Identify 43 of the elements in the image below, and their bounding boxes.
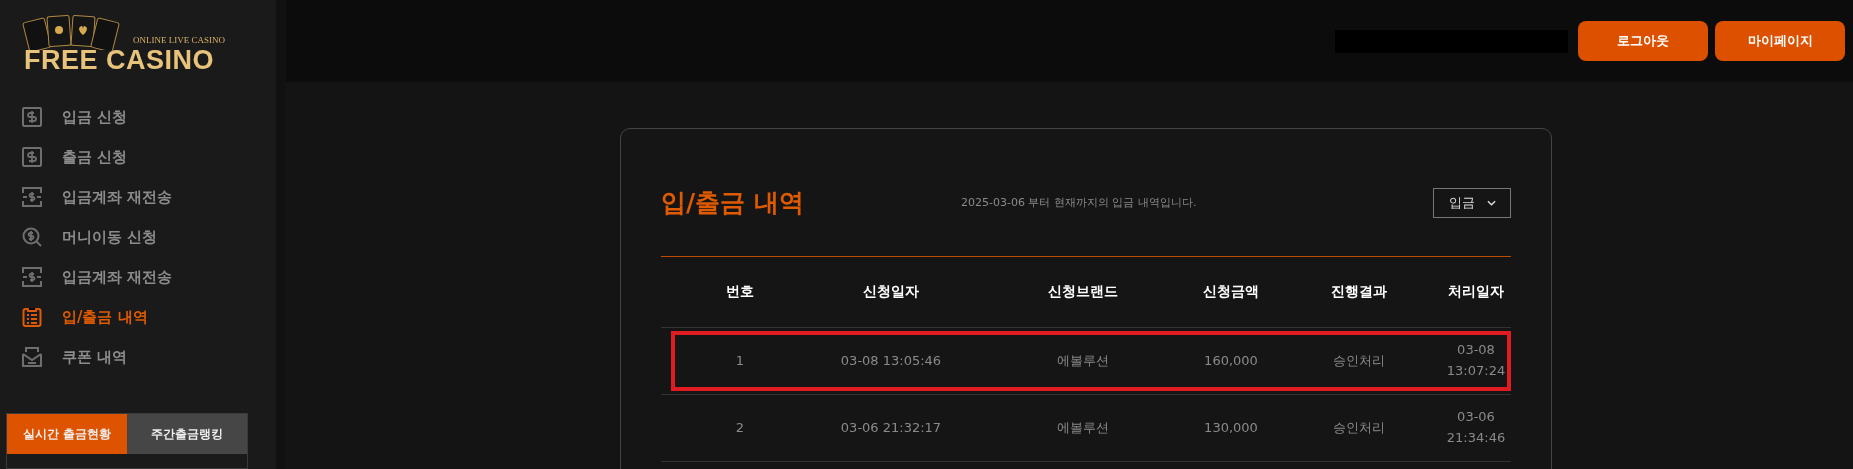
table-cell-text: 03-08 13:07:24 <box>1445 341 1507 380</box>
cash-icon <box>22 107 42 127</box>
logo-wordmark: FREE CASINO <box>24 47 215 74</box>
table-cell-text: 에볼루션 <box>1056 418 1110 437</box>
sidebar-item[interactable]: 입금 신청 <box>22 97 276 137</box>
page-title: 입/출금 내역 <box>661 187 805 219</box>
envelope-icon <box>22 347 42 367</box>
date-range-note: 2025-03-06 부터 현재까지의 입금 내역입니다. <box>961 195 1197 210</box>
cash-icon <box>22 147 42 167</box>
column-header: 진행결과 <box>1330 283 1388 301</box>
sidebar-item[interactable]: 쿠폰 내역 <box>22 337 276 377</box>
tab[interactable]: 주간출금랭킹 <box>127 414 247 454</box>
table-cell-text: 승인처리 <box>1332 351 1386 370</box>
sidebar-item[interactable]: 입/출금 내역 <box>22 297 276 337</box>
column-header: 번호 <box>725 283 755 301</box>
chevron-down-icon <box>1486 199 1496 206</box>
cash-icon <box>22 267 42 287</box>
table-cell-text: 160,000 <box>1203 351 1259 370</box>
column-header: 신청브랜드 <box>1047 283 1119 301</box>
sidebar-item[interactable]: 입금계좌 재전송 <box>22 177 276 217</box>
table-cell-text: 2 <box>734 418 746 437</box>
column-header: 신청금액 <box>1202 283 1260 301</box>
coin-search-icon <box>22 227 42 247</box>
sidebar-item[interactable]: 입금계좌 재전송 <box>22 257 276 297</box>
playing-cards-icon <box>22 14 122 50</box>
cash-icon <box>22 187 42 207</box>
type-dropdown[interactable]: 입금 <box>1433 187 1511 218</box>
sidebar-item[interactable]: 출금 신청 <box>22 137 276 177</box>
tab[interactable]: 실시간 출금현황 <box>7 414 127 454</box>
header-button[interactable]: 마이페이지 <box>1715 21 1845 61</box>
table-cell-text: 03-06 21:34:46 <box>1445 408 1507 447</box>
table-cell-text: 03-08 13:05:46 <box>839 351 943 370</box>
table-cell-text: 1 <box>734 351 746 370</box>
logo-tagline: ONLINE LIVE CASINO <box>133 36 225 45</box>
sidebar-item[interactable]: 머니이동 신청 <box>22 217 276 257</box>
table-cell-text: 에볼루션 <box>1056 351 1110 370</box>
column-header: 신청일자 <box>862 283 920 301</box>
header-button[interactable]: 로그아웃 <box>1578 21 1708 61</box>
table-cell-text: 03-06 21:32:17 <box>839 418 943 437</box>
column-header: 처리일자 <box>1447 283 1505 301</box>
table-cell-text: 130,000 <box>1203 418 1259 437</box>
table-cell-text: 승인처리 <box>1332 418 1386 437</box>
clipboard-list-icon <box>22 307 42 327</box>
